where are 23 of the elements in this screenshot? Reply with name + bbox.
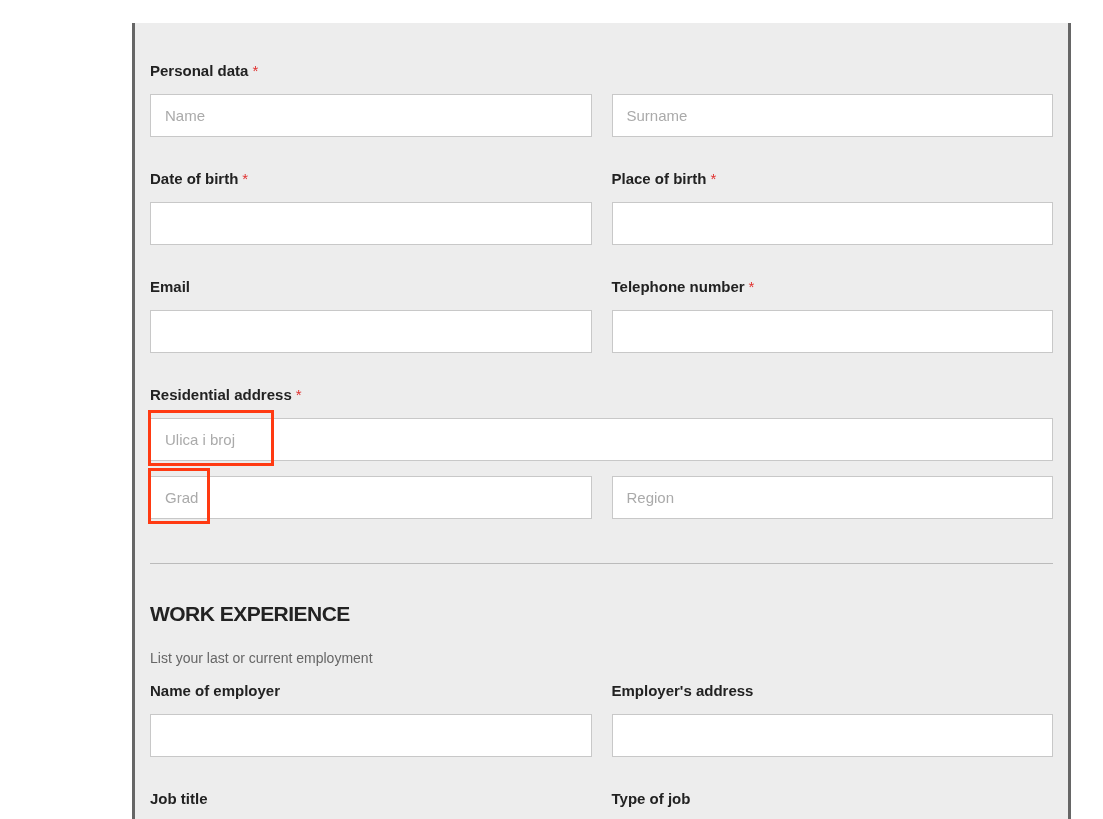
input-field[interactable]: Grad [150,476,592,519]
field-label: Date of birth * [150,169,250,189]
field-label: Place of birth * [611,169,718,189]
input-field[interactable]: Region [611,476,1053,519]
input-field[interactable] [150,714,592,757]
field-label: Employer's address [611,681,755,701]
field-label: Type of job [611,789,692,809]
field-label: Residential address * [150,385,303,405]
field-label: Name of employer [150,681,282,701]
input-field[interactable]: Name [150,94,592,137]
field-label: Job title [150,789,209,809]
section-subtitle: List your last or current employment [150,649,374,668]
field-label: Email [150,277,192,297]
input-field[interactable]: Surname [611,94,1053,137]
input-field[interactable] [611,714,1053,757]
input-field[interactable]: Ulica i broj [150,418,1053,461]
input-field[interactable] [611,310,1053,353]
input-field[interactable] [611,202,1053,245]
field-label: Personal data * [150,61,260,81]
section-heading: WORK EXPERIENCE [150,602,351,626]
input-field[interactable] [150,310,592,353]
field-label: Telephone number * [611,277,756,297]
input-field[interactable] [150,202,592,245]
